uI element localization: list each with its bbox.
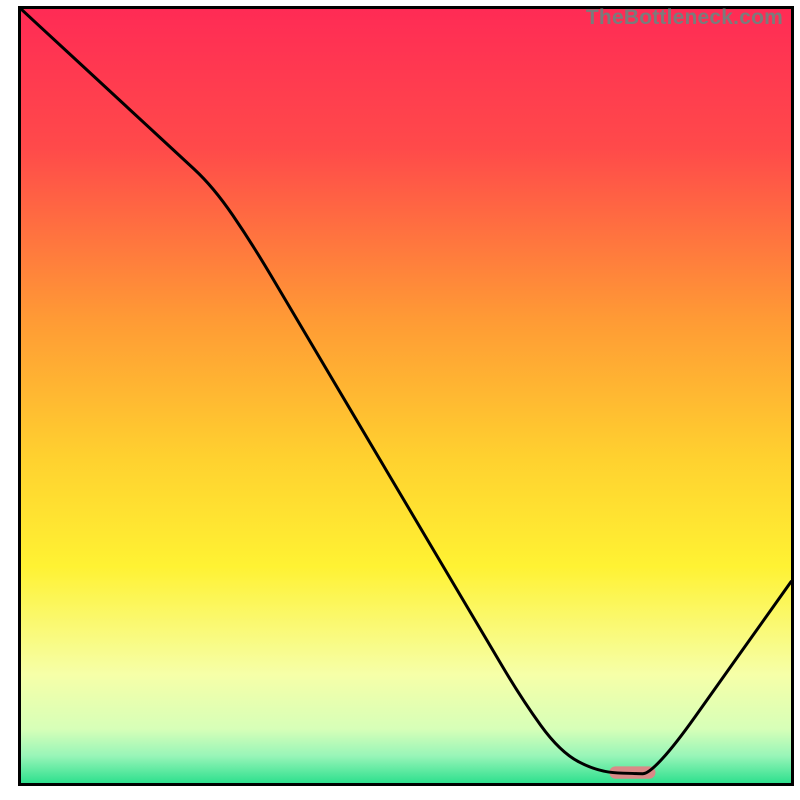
watermark-text: TheBottleneck.com (586, 7, 783, 28)
gradient-background (21, 9, 791, 783)
chart-frame: TheBottleneck.com (0, 0, 800, 800)
chart-svg (21, 9, 791, 783)
plot-border: TheBottleneck.com (18, 6, 794, 786)
plot-area (21, 9, 791, 783)
